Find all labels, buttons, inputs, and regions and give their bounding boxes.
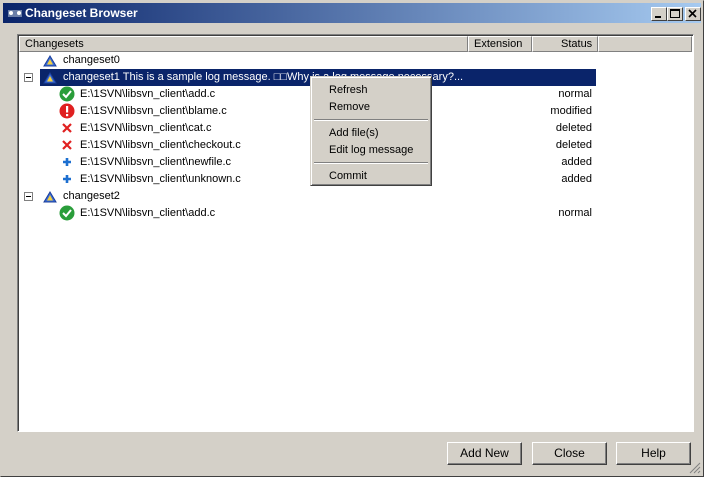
add-new-button[interactable]: Add New (447, 442, 522, 465)
changeset-triangle-icon (43, 72, 57, 84)
menu-item-commit[interactable]: Commit (329, 168, 367, 184)
plus-icon (63, 158, 71, 166)
file-status: normal (558, 88, 592, 100)
window-title: Changeset Browser (25, 6, 138, 20)
menu-separator (314, 162, 428, 164)
file-path: E:\1SVN\libsvn_client\newfile.c (80, 156, 232, 168)
title-bar[interactable]: Changeset Browser (3, 3, 701, 23)
tree-row-changeset2[interactable]: changeset2 (19, 188, 692, 205)
changeset-triangle-icon (43, 55, 57, 67)
close-button[interactable]: Close (532, 442, 607, 465)
file-status: added (561, 156, 592, 168)
menu-item-edit-log-message[interactable]: Edit log message (329, 142, 413, 158)
app-icon (8, 10, 22, 17)
file-status: added (561, 173, 592, 185)
maximize-icon (670, 9, 680, 18)
collapse-toggle[interactable] (24, 192, 33, 201)
maximize-button[interactable] (667, 7, 683, 21)
changeset-browser-window: Changeset Browser Changesets Extension S… (0, 0, 704, 477)
minimize-icon (655, 16, 661, 18)
changeset-triangle-icon (43, 191, 57, 203)
file-status: deleted (555, 139, 592, 151)
file-path: E:\1SVN\libsvn_client\add.c (80, 88, 216, 100)
minimize-button[interactable] (651, 7, 667, 21)
file-path: E:\1SVN\libsvn_client\add.c (80, 207, 216, 219)
column-header-changesets[interactable]: Changesets (19, 36, 468, 52)
menu-separator (314, 119, 428, 121)
resize-grip-icon[interactable] (689, 462, 701, 474)
column-header-status[interactable]: Status (532, 36, 598, 52)
cross-icon (62, 140, 72, 150)
close-icon (688, 9, 697, 18)
context-menu: Refresh Remove Add file(s) Edit log mess… (310, 76, 432, 186)
check-icon (59, 205, 75, 221)
file-status: modified (550, 105, 592, 117)
check-icon (59, 86, 75, 102)
column-header-extension[interactable]: Extension (468, 36, 532, 52)
close-window-button[interactable] (685, 7, 701, 21)
changeset-label: changeset0 (63, 54, 120, 66)
file-status: deleted (555, 122, 592, 134)
menu-item-add-files[interactable]: Add file(s) (329, 125, 379, 141)
exclamation-icon (59, 103, 75, 119)
cross-icon (62, 123, 72, 133)
file-row[interactable]: E:\1SVN\libsvn_client\add.c normal (19, 205, 692, 222)
file-path: E:\1SVN\libsvn_client\unknown.c (80, 173, 241, 185)
plus-icon (63, 175, 71, 183)
collapse-toggle[interactable] (24, 73, 33, 82)
file-path: E:\1SVN\libsvn_client\cat.c (80, 122, 212, 134)
file-path: E:\1SVN\libsvn_client\blame.c (80, 105, 227, 117)
column-header-filler (598, 36, 692, 52)
menu-item-refresh[interactable]: Refresh (329, 82, 368, 98)
changeset-label: changeset2 (63, 190, 120, 202)
file-path: E:\1SVN\libsvn_client\checkout.c (80, 139, 241, 151)
list-header: Changesets Extension Status (19, 36, 692, 52)
help-button[interactable]: Help (616, 442, 691, 465)
tree-row-changeset0[interactable]: changeset0 (19, 52, 692, 69)
file-status: normal (558, 207, 592, 219)
menu-item-remove[interactable]: Remove (329, 99, 370, 115)
